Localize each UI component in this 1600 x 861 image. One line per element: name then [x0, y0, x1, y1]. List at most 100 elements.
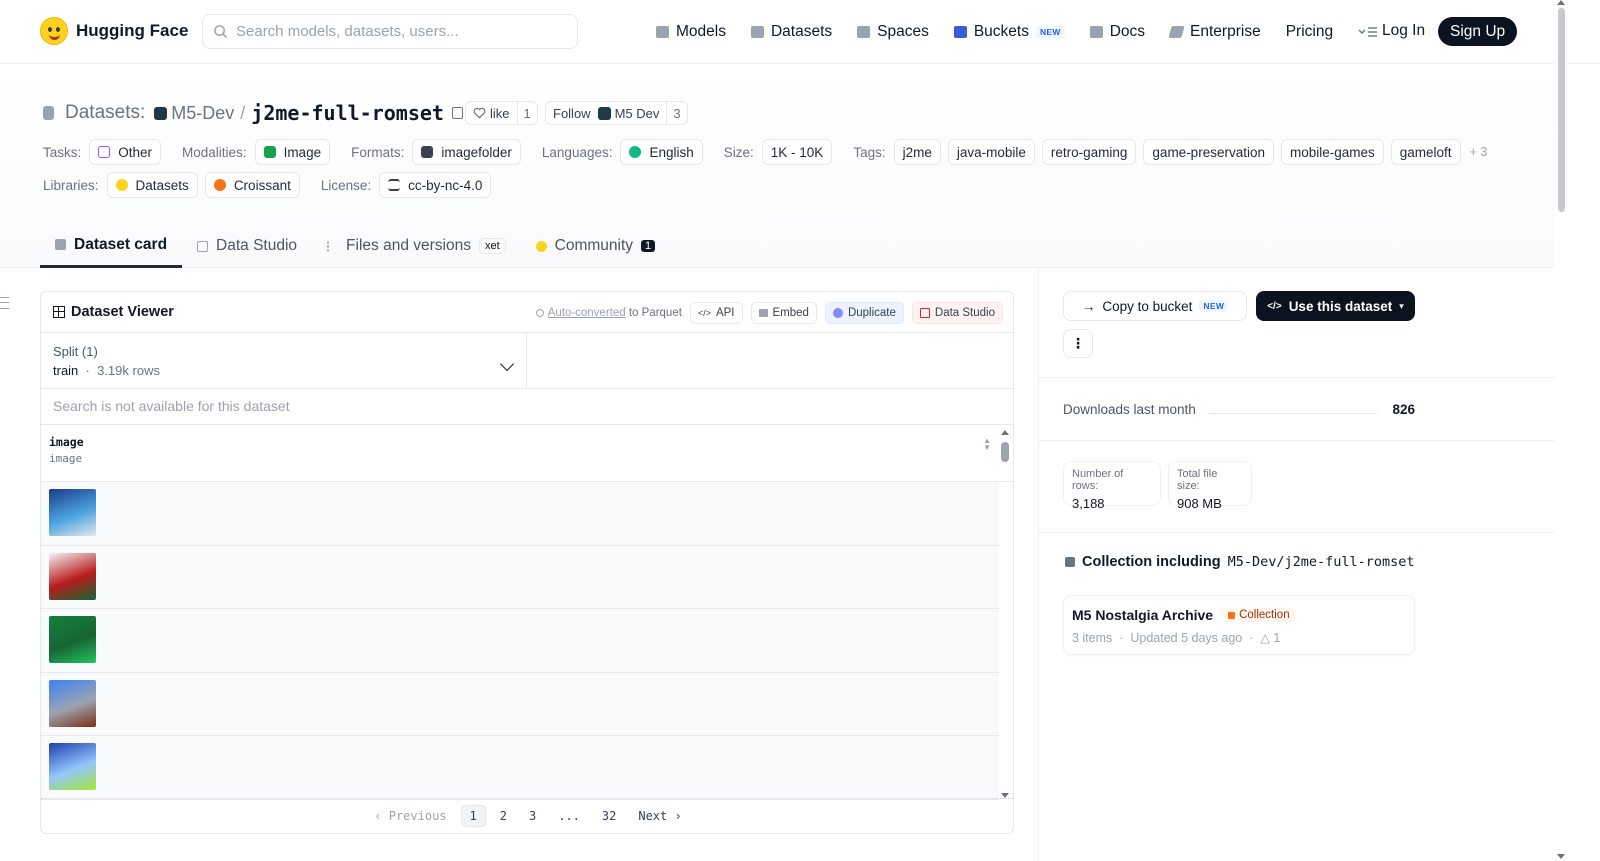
- like-button[interactable]: like 1: [465, 101, 538, 125]
- tab-dataset-card[interactable]: Dataset card: [40, 224, 183, 268]
- scroll-down-icon[interactable]: [1557, 854, 1565, 859]
- sidebar-toggle-icon[interactable]: [0, 297, 9, 309]
- database-icon: [750, 26, 764, 38]
- kebab-icon: ⋮: [1071, 335, 1085, 351]
- follow-label: Follow: [553, 105, 591, 121]
- column-name: image: [49, 435, 84, 449]
- repo-tabs: Dataset card Data Studio Files and versi…: [40, 224, 670, 268]
- hf-datasets-icon: [115, 179, 128, 191]
- tab-label: Community: [554, 237, 634, 254]
- task-tag[interactable]: Other: [89, 139, 162, 165]
- embed-button[interactable]: Embed: [750, 302, 817, 324]
- viewer-title: Dataset Viewer: [53, 304, 174, 320]
- hf-logo-link[interactable]: Hugging Face: [40, 17, 188, 45]
- duplicate-button[interactable]: Duplicate: [824, 302, 904, 324]
- filesize-label: Total file size:: [1177, 468, 1218, 492]
- collection-icon: [1065, 557, 1075, 567]
- files-icon: [327, 240, 338, 252]
- viewer-actions: Auto-converted to Parquet </> API Embed D…: [535, 302, 1003, 324]
- book-icon: [1089, 26, 1103, 38]
- divider: [1039, 532, 1556, 533]
- cube-icon: [656, 26, 669, 38]
- tag-j2me[interactable]: j2me: [893, 139, 941, 165]
- image-thumbnail[interactable]: [49, 489, 96, 536]
- modality-tag[interactable]: Image: [254, 139, 331, 165]
- page-scroll-thumb[interactable]: [1558, 8, 1565, 212]
- data-studio-button[interactable]: Data Studio: [911, 302, 1003, 324]
- scroll-up-icon[interactable]: [1001, 430, 1009, 435]
- viewer-scrollbar[interactable]: [997, 428, 1013, 798]
- page-32-button[interactable]: 32: [594, 806, 624, 826]
- tab-files-and-versions[interactable]: Files and versions xet: [312, 224, 521, 268]
- column-header[interactable]: image image ▲ ▼: [41, 425, 1013, 482]
- tag-gameloft[interactable]: gameloft: [1390, 139, 1461, 165]
- previous-page-button[interactable]: ‹ Previous: [366, 806, 454, 826]
- to-parquet-text: to Parquet: [628, 307, 682, 319]
- license-tag[interactable]: cc-by-nc-4.0: [379, 172, 492, 198]
- divider: [1039, 377, 1556, 378]
- copy-to-bucket-button[interactable]: → Copy to bucket NEW: [1063, 291, 1247, 321]
- heart-icon: [473, 107, 486, 119]
- image-thumbnail[interactable]: [49, 679, 96, 727]
- table-row[interactable]: [41, 672, 999, 736]
- nav-models[interactable]: Models: [656, 23, 726, 41]
- table-row[interactable]: [41, 609, 999, 673]
- nav-pricing[interactable]: Pricing: [1286, 23, 1333, 41]
- split-selector-row: Split (1) train · 3.19k rows: [41, 333, 1013, 389]
- dataset-name-link[interactable]: j2me-full-romset: [251, 101, 444, 125]
- tag-retro-gaming[interactable]: retro-gaming: [1041, 139, 1137, 165]
- image-thumbnail[interactable]: [49, 616, 96, 663]
- page-3-button[interactable]: 3: [521, 806, 544, 826]
- auto-converted-link[interactable]: Auto-converted: [548, 307, 626, 319]
- tab-community[interactable]: Community 1: [521, 224, 671, 268]
- like-count: 1: [516, 102, 537, 124]
- scroll-thumb[interactable]: [1001, 442, 1009, 462]
- more-options-button[interactable]: ⋮: [1063, 329, 1093, 358]
- xet-badge: xet: [478, 238, 506, 254]
- page-1-button[interactable]: 1: [460, 805, 486, 827]
- login-link[interactable]: Log In: [1382, 22, 1425, 40]
- next-page-button[interactable]: Next ›: [630, 806, 689, 826]
- library-datasets-tag[interactable]: Datasets: [106, 172, 198, 198]
- scroll-up-icon[interactable]: [1557, 0, 1565, 5]
- nav-enterprise[interactable]: Enterprise: [1168, 23, 1261, 41]
- signup-button[interactable]: Sign Up: [1438, 17, 1518, 46]
- size-tag[interactable]: 1K - 10K: [761, 139, 833, 165]
- nav-spaces[interactable]: Spaces: [857, 23, 929, 41]
- tab-label: Data Studio: [216, 237, 298, 254]
- dataset-title: Datasets: M5-Dev / j2me-full-romset: [43, 99, 463, 127]
- tag-mobile-games[interactable]: mobile-games: [1280, 139, 1384, 165]
- tab-data-studio[interactable]: Data Studio: [182, 224, 312, 268]
- nav-buckets[interactable]: Buckets NEW: [953, 23, 1065, 41]
- follow-button[interactable]: Follow M5 Dev 3: [545, 101, 688, 125]
- table-row[interactable]: [41, 545, 999, 609]
- search-box[interactable]: [202, 14, 578, 49]
- new-badge: NEW: [1035, 26, 1065, 38]
- sort-icon[interactable]: ▲ ▼: [983, 437, 991, 452]
- nav-more-menu[interactable]: [1358, 26, 1378, 38]
- image-thumbnail[interactable]: [49, 743, 96, 790]
- page-2-button[interactable]: 2: [492, 806, 515, 826]
- more-tags-link[interactable]: + 3: [1470, 145, 1488, 159]
- library-croissant-tag[interactable]: Croissant: [204, 172, 300, 198]
- collection-card[interactable]: M5 Nostalgia Archive Collection 3 items ·…: [1063, 595, 1415, 655]
- page-scrollbar[interactable]: [1555, 0, 1568, 861]
- nav-datasets[interactable]: Datasets: [750, 23, 832, 41]
- table-row[interactable]: [41, 482, 999, 546]
- search-input[interactable]: [236, 23, 556, 40]
- table-row[interactable]: [41, 736, 999, 800]
- tag-java-mobile[interactable]: java-mobile: [947, 139, 1035, 165]
- viewer-search-disabled: Search is not available for this dataset: [41, 389, 1013, 425]
- api-button[interactable]: </> API: [689, 302, 743, 324]
- language-tag[interactable]: English: [620, 139, 703, 165]
- copy-icon[interactable]: [451, 107, 463, 119]
- org-link[interactable]: M5-Dev: [171, 103, 234, 124]
- image-thumbnail[interactable]: [49, 552, 96, 600]
- format-tag[interactable]: imagefolder: [412, 139, 521, 165]
- split-dropdown[interactable]: Split (1) train · 3.19k rows: [41, 333, 527, 388]
- collection-heading: Collection including M5-Dev/j2me-full-ro…: [1065, 554, 1415, 570]
- use-this-dataset-button[interactable]: </> Use this dataset ▾: [1256, 291, 1415, 321]
- folder-icon: [421, 146, 434, 158]
- tag-game-preservation[interactable]: game-preservation: [1143, 139, 1274, 165]
- nav-docs[interactable]: Docs: [1089, 23, 1145, 41]
